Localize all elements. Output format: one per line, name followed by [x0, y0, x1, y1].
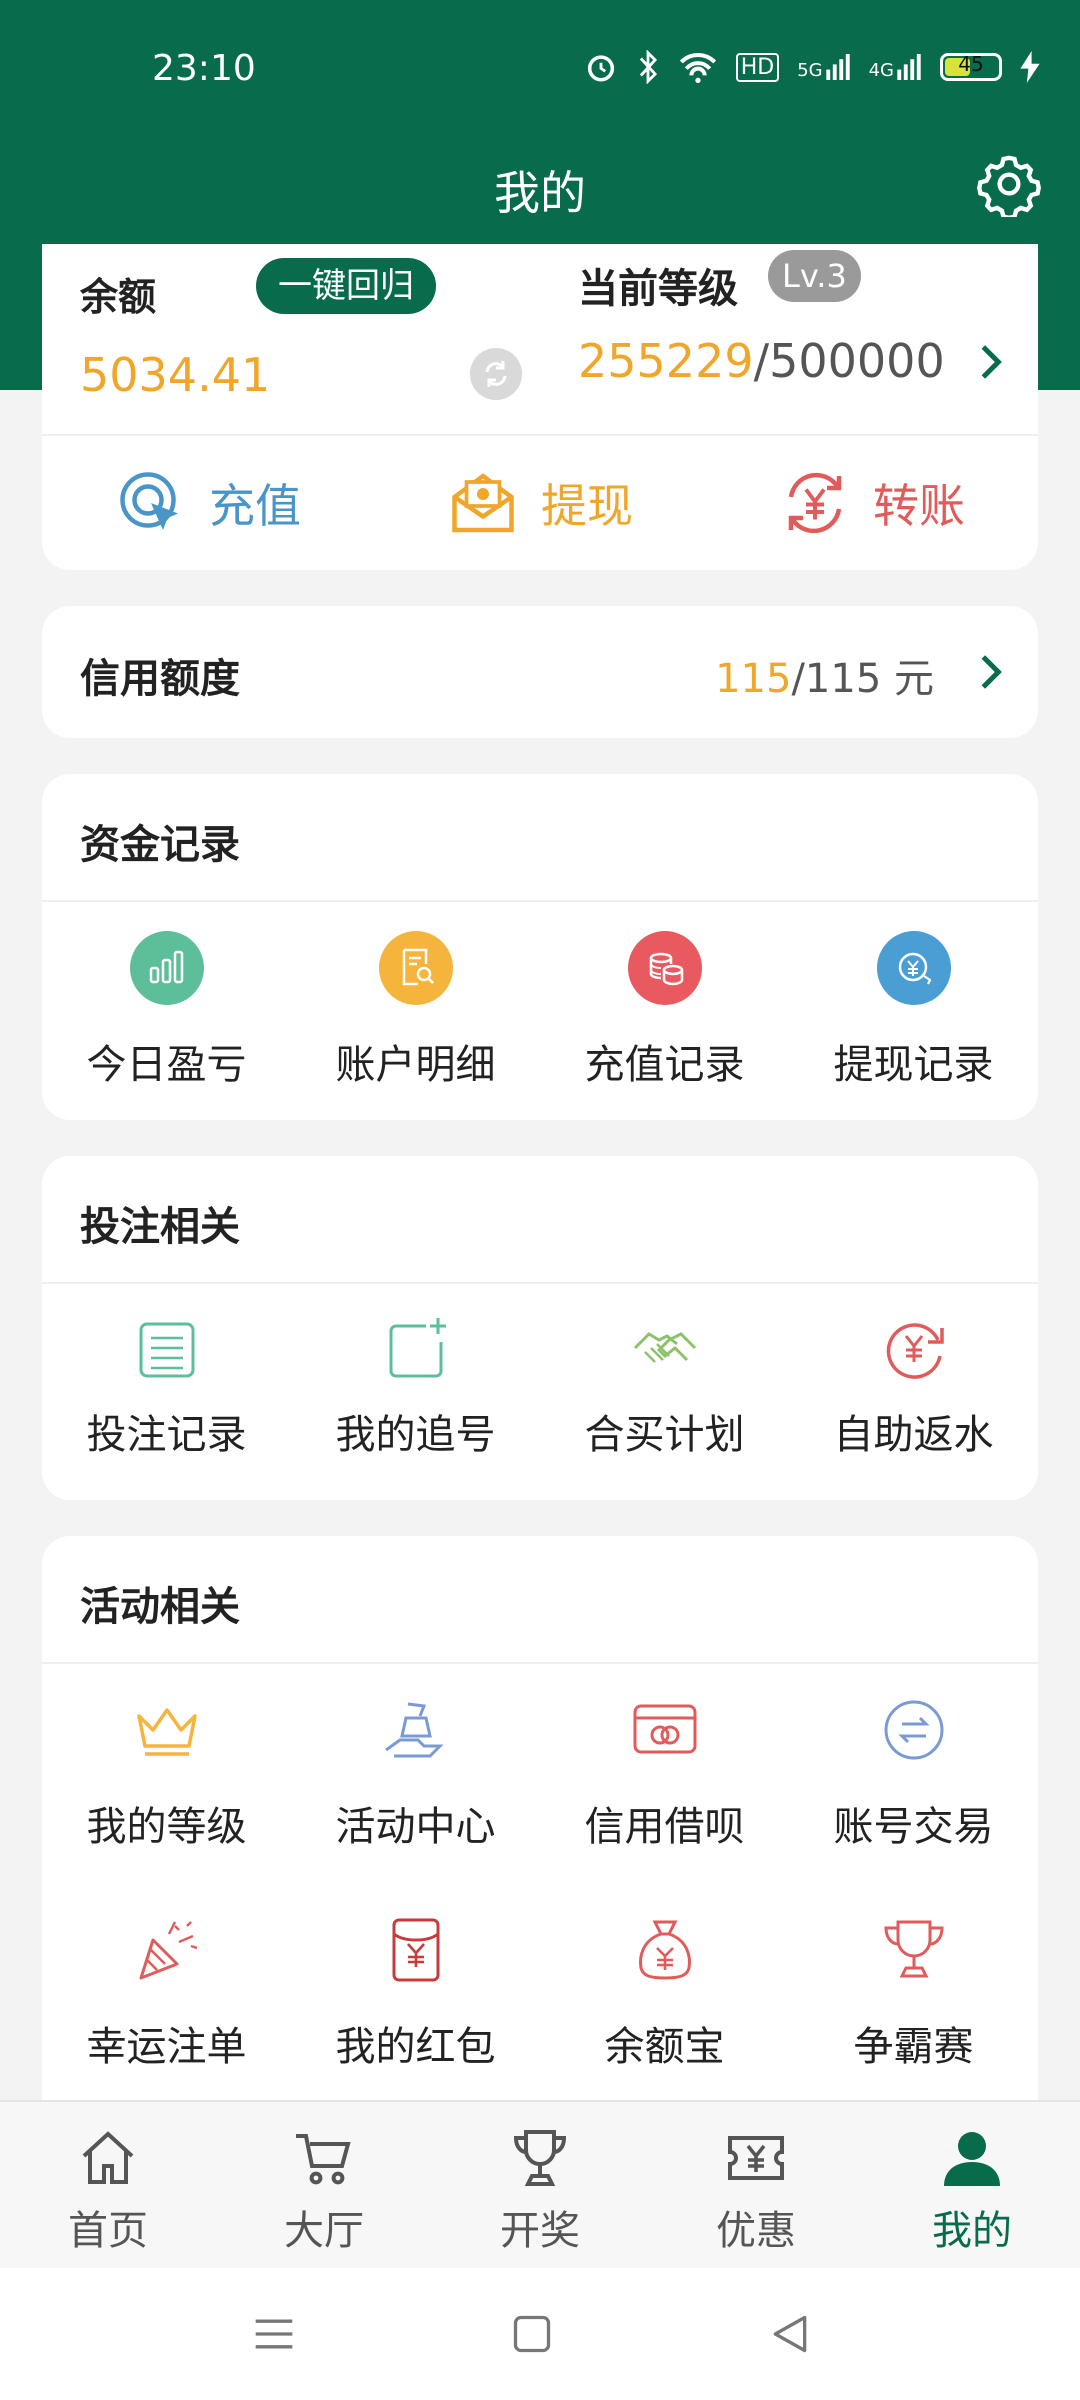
grid-item-group-buy[interactable]: 合买计划 [540, 1284, 789, 1504]
gift-hand-icon [385, 1702, 444, 1758]
credit-limit-value: 115/115 元 [715, 656, 934, 702]
chevron-right-icon[interactable] [970, 652, 1010, 692]
signal-icon [825, 54, 850, 80]
transfer-label: 转账 [873, 479, 965, 533]
chart-icon [130, 931, 204, 1005]
system-nav-bar [0, 2268, 1080, 2400]
status-icons: HD 5G 4G 45 [584, 50, 1040, 84]
red-envelope-icon [392, 1918, 440, 1982]
card-icon [633, 1704, 697, 1754]
home-square-icon[interactable] [510, 2312, 554, 2356]
credit-limit-label: 信用额度 [80, 656, 240, 702]
grid-item-withdraw-records[interactable]: 提现记录 [789, 902, 1038, 1122]
recharge-button[interactable]: 充值 [42, 436, 374, 570]
cart-icon [296, 2134, 351, 2185]
nav-lottery-results[interactable]: 开奖 [432, 2102, 648, 2270]
section-title: 活动相关 [80, 1584, 240, 1630]
network-5g: 5G [797, 53, 850, 81]
refresh-icon[interactable] [470, 348, 522, 400]
funds-grid: 今日盈亏 账户明细 充值记录 提现记录 [42, 902, 1038, 1122]
section-title: 资金记录 [80, 822, 240, 868]
recharge-label: 充值 [209, 479, 301, 533]
grid-item-my-chase[interactable]: 我的追号 [291, 1284, 540, 1504]
yuan-circle-icon [877, 931, 951, 1005]
nav-promotions[interactable]: 优惠 [648, 2102, 864, 2270]
grid-item-credit-loan[interactable]: 信用借呗 [540, 1664, 789, 1884]
funds-records-card: 资金记录 今日盈亏 账户明细 充值记录 提现记录 [42, 774, 1038, 1120]
nav-home[interactable]: 首页 [0, 2102, 216, 2270]
party-popper-icon [139, 1921, 198, 1980]
grid-item-recharge-records[interactable]: 充值记录 [540, 902, 789, 1122]
battery-icon: 45 [940, 52, 1002, 81]
level-badge: Lv.3 [768, 250, 861, 302]
bluetooth-icon [639, 50, 657, 84]
exchange-icon [884, 1700, 944, 1760]
trophy-icon [513, 2130, 567, 2186]
transfer-button[interactable]: 转账 [706, 436, 1038, 570]
battery-level: 45 [958, 52, 984, 76]
level-progress[interactable]: 255229/500000 [578, 334, 945, 388]
bottom-nav: 首页 大厅 开奖 优惠 我的 [0, 2100, 1080, 2270]
hd-badge: HD [735, 52, 780, 82]
wifi-icon [679, 53, 716, 83]
charging-icon [1020, 51, 1040, 83]
balance-value: 5034.41 [80, 348, 271, 402]
handshake-icon [633, 1332, 697, 1363]
app-bar: 我的 [0, 145, 1080, 245]
grid-item-today-profit[interactable]: 今日盈亏 [42, 902, 291, 1122]
home-icon [82, 2131, 134, 2184]
grid-item-bet-records[interactable]: 投注记录 [42, 1284, 291, 1504]
add-note-icon [389, 1318, 446, 1378]
page-title: 我的 [494, 166, 586, 220]
grid-item-championship[interactable]: 争霸赛 [789, 1884, 1038, 2104]
section-title: 投注相关 [80, 1204, 240, 1250]
one-click-return-button[interactable]: 一键回归 [256, 258, 436, 314]
grid-item-account-details[interactable]: 账户明细 [291, 902, 540, 1122]
grid-item-balance-treasure[interactable]: 余额宝 [540, 1884, 789, 2104]
coins-icon [628, 931, 702, 1005]
activities-grid: 我的等级 活动中心 信用借呗 账号交易 幸运注单 我的红包 余额宝 争霸赛 [42, 1664, 1038, 2104]
grid-item-account-trade[interactable]: 账号交易 [789, 1664, 1038, 1884]
status-time: 23:10 [152, 48, 256, 89]
chevron-right-icon[interactable] [970, 342, 1010, 382]
transfer-icon [788, 472, 842, 534]
withdraw-button[interactable]: 提现 [374, 436, 706, 570]
balance-label: 余额 [80, 275, 157, 319]
coupon-icon [728, 2136, 784, 2180]
settings-gear-icon[interactable] [976, 151, 1042, 217]
statement-icon [379, 931, 453, 1005]
grid-item-my-level[interactable]: 我的等级 [42, 1664, 291, 1884]
network-4g: 4G [869, 53, 922, 81]
withdraw-icon [452, 473, 514, 533]
status-bar: 23:10 HD 5G 4G 45 [0, 0, 1080, 145]
nav-mine[interactable]: 我的 [864, 2102, 1080, 2270]
alarm-icon [587, 55, 614, 82]
credit-limit-row[interactable]: 信用额度 115/115 元 [42, 606, 1038, 738]
user-icon [944, 2132, 1000, 2186]
nav-hall[interactable]: 大厅 [216, 2102, 432, 2270]
grid-item-self-rebate[interactable]: 自助返水 [789, 1284, 1038, 1504]
withdraw-label: 提现 [541, 479, 633, 533]
grid-item-my-red-packet[interactable]: 我的红包 [291, 1884, 540, 2104]
crown-icon [137, 1708, 197, 1756]
bet-grid: 投注记录 我的追号 合买计划 自助返水 [42, 1284, 1038, 1504]
bet-related-card: 投注相关 投注记录 我的追号 合买计划 自助返水 [42, 1156, 1038, 1500]
grid-item-lucky-bet[interactable]: 幸运注单 [42, 1884, 291, 2104]
menu-icon[interactable] [252, 2312, 296, 2356]
back-triangle-icon[interactable] [768, 2312, 812, 2356]
exp-current: 255229 [578, 334, 754, 388]
activities-card: 活动相关 我的等级 活动中心 信用借呗 账号交易 幸运注单 我的红包 余额宝 争… [42, 1536, 1038, 2101]
trophy-icon [884, 1920, 944, 1978]
quick-actions: 充值 提现 转账 [42, 436, 1038, 570]
balance-card: 余额 一键回归 5034.41 当前等级 Lv.3 255229/500000 … [42, 244, 1038, 570]
exp-target: /500000 [753, 334, 945, 388]
list-icon [139, 1322, 195, 1378]
signal-icon [897, 54, 921, 80]
grid-item-activity-center[interactable]: 活动中心 [291, 1664, 540, 1884]
recharge-icon [120, 472, 178, 530]
money-bag-icon [639, 1920, 691, 1980]
level-label: 当前等级 [578, 266, 738, 312]
rebate-icon [886, 1323, 944, 1379]
